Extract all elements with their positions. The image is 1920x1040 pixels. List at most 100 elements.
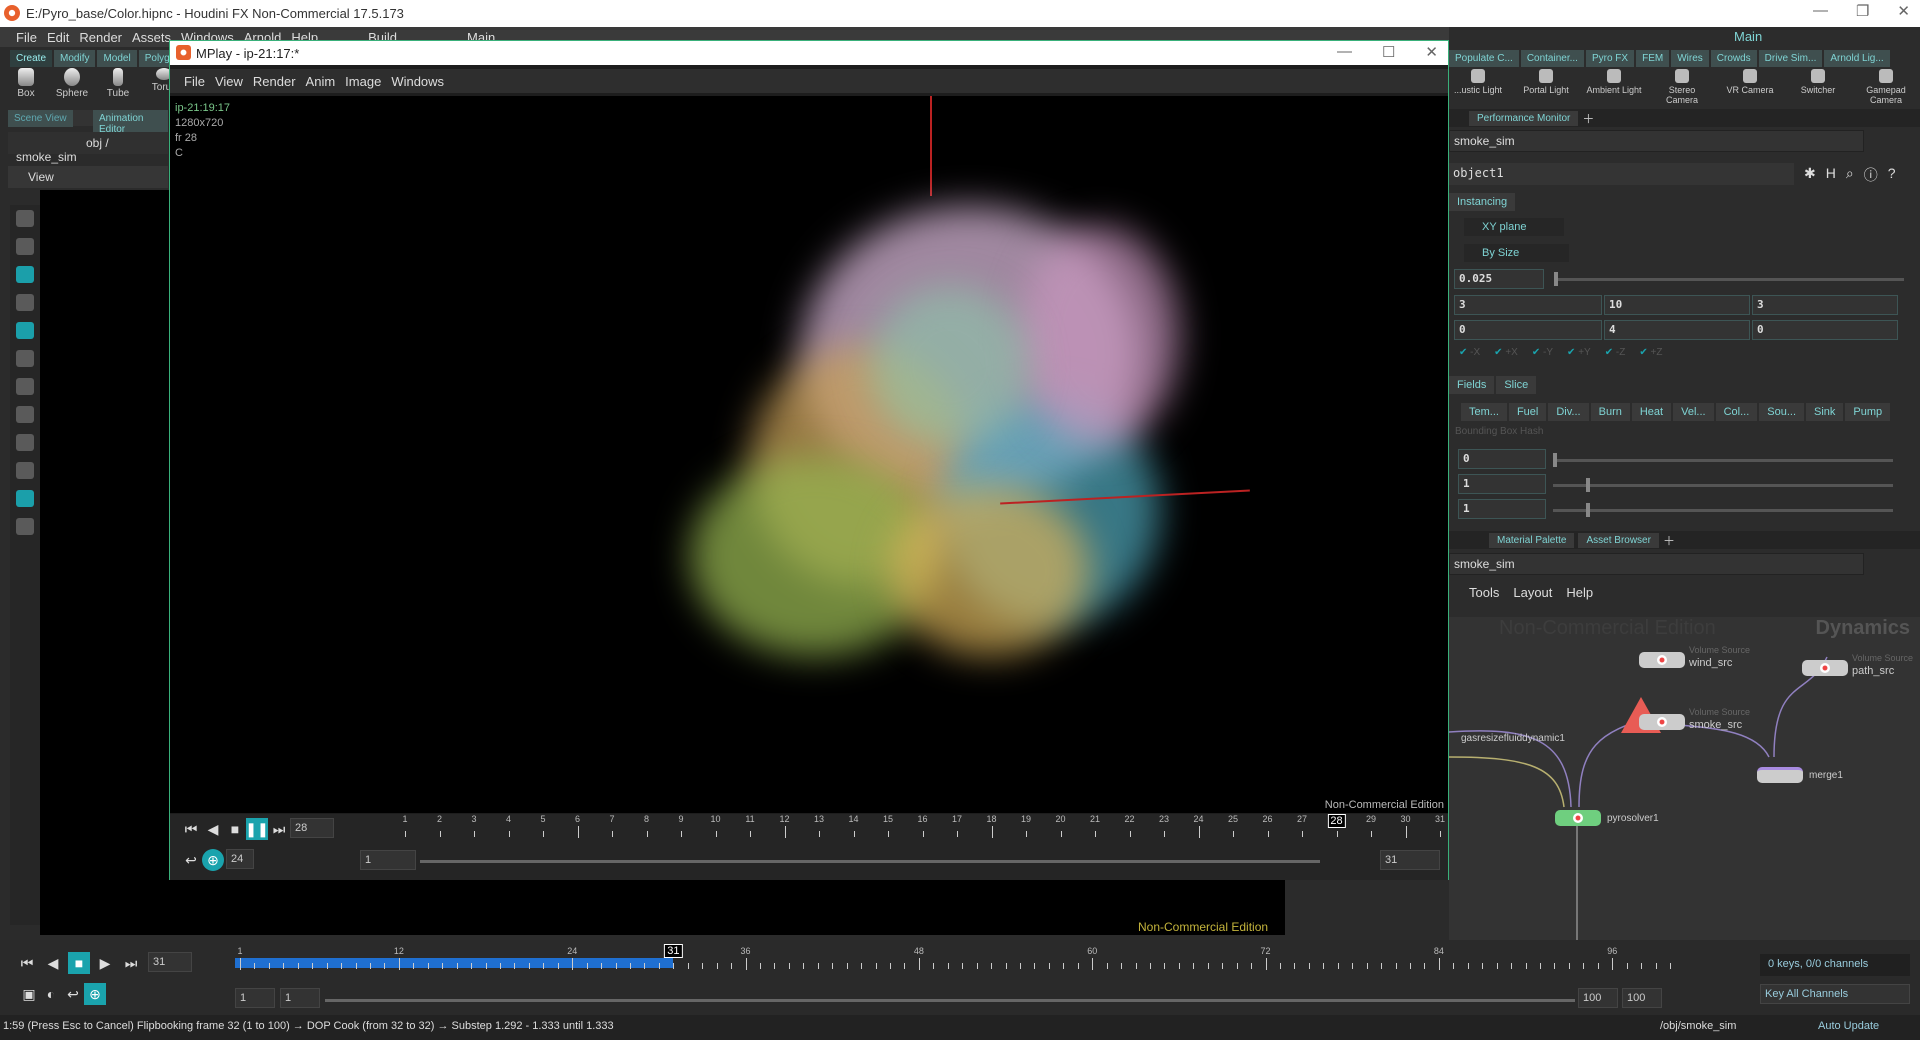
field-tab[interactable]: Col... xyxy=(1715,403,1758,421)
tab-material-palette[interactable]: Material Palette xyxy=(1489,532,1575,548)
realtime-icon[interactable]: ⊕ xyxy=(84,983,106,1005)
tab-slice[interactable]: Slice xyxy=(1496,376,1537,394)
axis-check[interactable]: ✔ +Z xyxy=(1639,347,1662,358)
jump-end-button[interactable]: ⏭ xyxy=(120,952,142,974)
field-tab[interactable]: Tem... xyxy=(1461,403,1507,421)
net-menu-help[interactable]: Help xyxy=(1566,585,1593,600)
current-frame-marker[interactable]: 28 xyxy=(1327,814,1346,828)
range-slider[interactable] xyxy=(325,999,1575,1002)
shelf-tab[interactable]: Populate C... xyxy=(1449,50,1519,67)
range-end-field[interactable]: 100 xyxy=(1578,988,1618,1008)
range-start-field[interactable]: 1 xyxy=(360,850,416,870)
frame-ruler[interactable]: 1 12 24 36 48 60 72 84 96 31 xyxy=(235,944,1675,982)
tab-instancing[interactable]: Instancing xyxy=(1449,193,1516,211)
axis-check[interactable]: ✔ -Y xyxy=(1532,347,1553,358)
tab-performance-monitor[interactable]: Performance Monitor xyxy=(1469,110,1579,126)
axis-check[interactable]: ✔ +Y xyxy=(1567,347,1591,358)
tab-asset-browser[interactable]: Asset Browser xyxy=(1578,532,1659,548)
node-smoke-src[interactable] xyxy=(1639,714,1685,730)
network-editor[interactable]: Non-Commercial Edition Dynamics Volume S… xyxy=(1449,617,1920,977)
range-slider[interactable] xyxy=(420,860,1320,863)
offset-x-field[interactable]: 0 xyxy=(1454,320,1602,340)
range-start-field[interactable]: 1 xyxy=(235,988,275,1008)
bbox-field-2[interactable]: 1 xyxy=(1458,499,1546,519)
div-y-field[interactable]: 10 xyxy=(1604,295,1750,315)
offset-y-field[interactable]: 4 xyxy=(1604,320,1750,340)
status-path[interactable]: /obj/smoke_sim xyxy=(1660,1020,1736,1032)
shelf-tab[interactable]: Arnold Lig... xyxy=(1824,50,1890,67)
shelf-tool[interactable]: Switcher xyxy=(1789,69,1847,105)
shelf-tab[interactable]: Container... xyxy=(1520,50,1584,67)
loop-icon[interactable]: ↩ xyxy=(180,849,202,871)
size-slider[interactable] xyxy=(1554,272,1904,286)
slider-handle[interactable] xyxy=(1586,478,1590,492)
mplay-menu-file[interactable]: File xyxy=(184,74,205,89)
frame-ruler[interactable]: 1 2 3 4 5 6 7 8 9 10 11 12 13 14 15 16 17 18 19 20 21 22 23 24 2… xyxy=(400,814,1445,850)
key-mode-menu[interactable]: Key All Channels xyxy=(1760,984,1910,1004)
field-tab[interactable]: Fuel xyxy=(1508,403,1547,421)
mplay-image-viewer[interactable]: ip-21:19:17 1280x720 fr 28 C Non-Commerc… xyxy=(170,96,1448,813)
net-menu-tools[interactable]: Tools xyxy=(1469,585,1499,600)
shelf-tab-create[interactable]: Create xyxy=(10,50,53,67)
field-tab[interactable]: Burn xyxy=(1590,403,1630,421)
path-obj[interactable]: obj xyxy=(86,136,102,150)
jump-end-button[interactable]: ⏭ xyxy=(268,818,290,840)
current-frame-marker[interactable]: 31 xyxy=(664,944,683,958)
maximize-button[interactable]: ❐ xyxy=(1856,2,1869,20)
shelf-tool[interactable]: Gamepad Camera xyxy=(1857,69,1915,105)
shelf-tab[interactable]: Wires xyxy=(1671,50,1709,67)
shelf-tab[interactable]: FEM xyxy=(1636,50,1670,67)
move-icon[interactable] xyxy=(16,378,34,395)
shelf-tab-modify[interactable]: Modify xyxy=(54,50,96,67)
snap-icon[interactable] xyxy=(16,490,34,507)
mplay-maximize-button[interactable]: ☐ xyxy=(1382,43,1395,61)
pause-button[interactable]: ❚❚ xyxy=(245,818,269,840)
menu-edit[interactable]: Edit xyxy=(47,30,69,45)
play-button[interactable]: ▶ xyxy=(94,952,116,974)
camera-icon[interactable] xyxy=(16,518,34,535)
fps-field[interactable]: 24 xyxy=(226,849,254,869)
field-tab[interactable]: Pump xyxy=(1845,403,1891,421)
mplay-close-button[interactable]: ✕ xyxy=(1425,43,1438,61)
frame-field[interactable]: 28 xyxy=(290,818,334,838)
left-path-bar[interactable]: obj / smoke_sim xyxy=(8,132,168,164)
bbox-slider-1[interactable] xyxy=(1553,478,1893,492)
node-merge[interactable] xyxy=(1757,767,1803,783)
slider-handle[interactable] xyxy=(1554,272,1558,286)
mplay-menu-view[interactable]: View xyxy=(215,74,243,89)
menu-file[interactable]: File xyxy=(16,30,37,45)
tab-scene-view[interactable]: Scene View xyxy=(8,110,73,127)
node-name-field[interactable]: object1 xyxy=(1449,163,1794,185)
shelf-tool[interactable]: Ambient Light xyxy=(1585,69,1643,105)
shelf-tab[interactable]: Drive Sim... xyxy=(1758,50,1823,67)
mplay-menu-anim[interactable]: Anim xyxy=(306,74,336,89)
play-reverse-button[interactable]: ◀ xyxy=(202,818,224,840)
search-icon[interactable]: ⌕ xyxy=(1846,165,1854,185)
select-icon[interactable] xyxy=(16,294,34,311)
offset-z-field[interactable]: 0 xyxy=(1752,320,1898,340)
tool-box[interactable]: Box xyxy=(10,68,42,99)
desktop-selector[interactable]: Main xyxy=(1714,27,1920,47)
axis-check[interactable]: ✔ +X xyxy=(1494,347,1518,358)
field-tab[interactable]: Sou... xyxy=(1759,403,1805,421)
handle-icon[interactable] xyxy=(16,238,34,255)
jump-start-button[interactable]: ⏮ xyxy=(16,952,38,974)
div-z-field[interactable]: 3 xyxy=(1752,295,1898,315)
shelf-tab[interactable]: Pyro FX xyxy=(1585,50,1635,67)
mode-menu[interactable]: By Size xyxy=(1464,244,1569,262)
stop-button[interactable]: ■ xyxy=(68,952,90,974)
realtime-icon[interactable]: ⊕ xyxy=(202,849,224,871)
bbox-field-1[interactable]: 1 xyxy=(1458,474,1546,494)
axis-check[interactable]: ✔ -X xyxy=(1459,347,1480,358)
gear-icon[interactable]: ✱ xyxy=(1804,165,1816,185)
node-path-src[interactable] xyxy=(1802,660,1848,676)
add-tab-button[interactable]: ＋ xyxy=(1582,110,1594,127)
size-field[interactable]: 0.025 xyxy=(1454,269,1544,289)
tab-fields[interactable]: Fields xyxy=(1449,376,1495,394)
menu-assets[interactable]: Assets xyxy=(132,30,171,45)
lock-icon[interactable] xyxy=(16,322,34,339)
rotate-icon[interactable] xyxy=(16,406,34,423)
path-smoke-sim[interactable]: smoke_sim xyxy=(16,150,77,164)
magnet-icon[interactable] xyxy=(16,462,34,479)
shelf-tool[interactable]: Portal Light xyxy=(1517,69,1575,105)
